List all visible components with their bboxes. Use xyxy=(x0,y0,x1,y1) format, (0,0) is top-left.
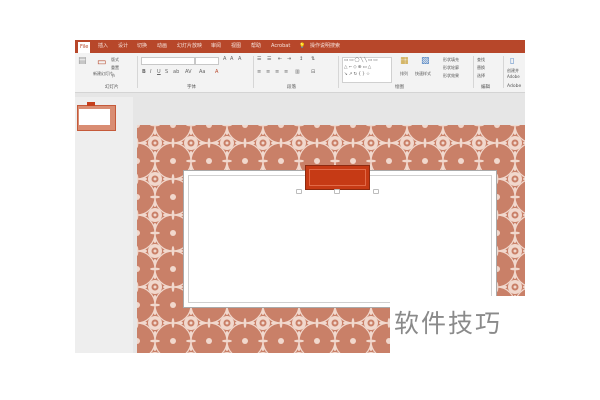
change-case-icon[interactable]: Aa xyxy=(199,69,205,75)
arrange-icon[interactable]: ▦ xyxy=(400,56,409,66)
shapes-row-icon: ↘↗↻{}☆ xyxy=(344,72,372,77)
slide-thumbnail[interactable] xyxy=(77,102,116,131)
tab-file[interactable]: File xyxy=(78,42,91,53)
new-slide-icon[interactable]: ▭ xyxy=(97,57,106,68)
shape-fill-button[interactable]: 形状填充 xyxy=(443,57,459,62)
tab-slideshow[interactable]: 幻灯片放映 xyxy=(177,42,202,51)
font-name-dropdown[interactable] xyxy=(141,57,195,65)
font-color-icon[interactable]: A xyxy=(215,69,218,75)
group-separator xyxy=(253,56,254,88)
columns-icon[interactable]: ▥ xyxy=(295,69,300,75)
layout-button[interactable]: 版式 xyxy=(111,57,119,62)
quick-styles-icon[interactable]: ▧ xyxy=(421,56,430,66)
lightbulb-icon: 💡 xyxy=(299,43,306,49)
underline-icon[interactable]: U xyxy=(157,69,161,75)
selection-handle[interactable] xyxy=(334,189,340,194)
shape-effects-button[interactable]: 形状效果 xyxy=(443,73,459,78)
tab-view[interactable]: 视图 xyxy=(231,42,241,51)
tab-insert[interactable]: 插入 xyxy=(98,42,108,51)
clear-format-icon[interactable]: A xyxy=(238,56,241,62)
shapes-gallery[interactable]: ▭▭◯╲╲▭▭ △⌐◇⊕▭△ ↘↗↻{}☆ xyxy=(342,57,392,83)
group-separator xyxy=(473,56,474,88)
editing-group-label: 编辑 xyxy=(481,85,490,90)
ribbon-tab-bar: File 插入 设计 切换 动画 幻灯片放映 审阅 视图 帮助 Acrobat … xyxy=(75,40,525,53)
select-button[interactable]: 选择 xyxy=(477,73,485,78)
shrink-font-icon[interactable]: A xyxy=(230,56,233,62)
align-right-icon[interactable]: ≡ xyxy=(275,69,279,75)
quick-styles-button[interactable]: 快速样式 xyxy=(415,71,431,76)
adobe-text: Adobe xyxy=(507,74,520,79)
reset-button[interactable]: 重置 xyxy=(111,65,119,70)
align-text-icon[interactable]: ⊟ xyxy=(311,69,315,75)
selection-handle[interactable] xyxy=(373,189,379,194)
decrease-indent-icon[interactable]: ⇤ xyxy=(278,56,282,62)
create-pdf-icon[interactable]: ▯ xyxy=(510,56,514,65)
tab-help[interactable]: 帮助 xyxy=(251,42,261,51)
bold-icon[interactable]: B xyxy=(142,69,146,75)
numbering-icon[interactable]: ☰ xyxy=(267,56,271,62)
slides-group-label: 幻灯片 xyxy=(105,85,119,90)
selection-handle[interactable] xyxy=(296,189,302,194)
shape-outline-button[interactable]: 形状轮廓 xyxy=(443,65,459,70)
tell-me-search[interactable]: 操作说明搜索 xyxy=(310,42,340,51)
tab-transitions[interactable]: 切换 xyxy=(137,42,147,51)
shapes-row-icon: ▭▭◯╲╲▭▭ xyxy=(344,58,379,63)
tab-animations[interactable]: 动画 xyxy=(157,42,167,51)
strikethrough-icon[interactable]: ab xyxy=(173,69,179,75)
replace-button[interactable]: 替换 xyxy=(477,65,485,70)
align-center-icon[interactable]: ≡ xyxy=(266,69,270,75)
slide-thumbnail-pane xyxy=(75,97,134,353)
find-button[interactable]: 查找 xyxy=(477,57,485,62)
create-pdf-button[interactable]: 创建并 xyxy=(507,68,519,73)
bullets-icon[interactable]: ☰ xyxy=(257,56,261,62)
tab-review[interactable]: 审阅 xyxy=(211,42,221,51)
font-size-dropdown[interactable] xyxy=(195,57,219,65)
align-left-icon[interactable]: ≡ xyxy=(257,69,261,75)
shadow-icon[interactable]: S xyxy=(165,69,168,75)
shapes-row-icon: △⌐◇⊕▭△ xyxy=(344,65,373,70)
group-separator xyxy=(503,56,504,88)
text-direction-icon[interactable]: ⇅ xyxy=(311,56,315,62)
title-bar-inner-border xyxy=(309,169,366,186)
group-separator xyxy=(338,56,339,88)
thumbnail-title-bar xyxy=(87,102,95,106)
font-group-label: 字体 xyxy=(187,85,196,90)
content-placeholder[interactable] xyxy=(188,175,492,303)
italic-icon[interactable]: I xyxy=(150,69,151,75)
tab-acrobat[interactable]: Acrobat xyxy=(271,42,290,51)
new-slide-button[interactable]: 新建幻灯片 xyxy=(93,71,113,76)
char-spacing-icon[interactable]: AV xyxy=(185,69,192,75)
section-button[interactable]: 节 xyxy=(111,73,115,78)
thumbnail-content-box xyxy=(79,109,110,125)
watermark-text: 软件技巧 xyxy=(394,309,503,338)
arrange-button[interactable]: 排列 xyxy=(400,71,408,76)
increase-indent-icon[interactable]: ⇥ xyxy=(287,56,291,62)
grow-font-icon[interactable]: A xyxy=(223,56,226,62)
tab-design[interactable]: 设计 xyxy=(118,42,128,51)
drawing-group-label: 绘图 xyxy=(395,85,404,90)
adobe-group-label: Adobe xyxy=(507,84,522,89)
title-bar-shape[interactable] xyxy=(305,165,370,190)
paragraph-group-label: 段落 xyxy=(287,85,296,90)
ribbon: ▤ ▭ 新建幻灯片 版式 重置 节 幻灯片 A A A B I U S ab A… xyxy=(75,53,525,93)
line-spacing-icon[interactable]: ↕ xyxy=(299,56,303,62)
paste-icon[interactable]: ▤ xyxy=(78,56,87,66)
content-placeholder-frame[interactable] xyxy=(183,170,497,308)
group-separator xyxy=(137,56,138,88)
justify-icon[interactable]: ≡ xyxy=(284,69,288,75)
